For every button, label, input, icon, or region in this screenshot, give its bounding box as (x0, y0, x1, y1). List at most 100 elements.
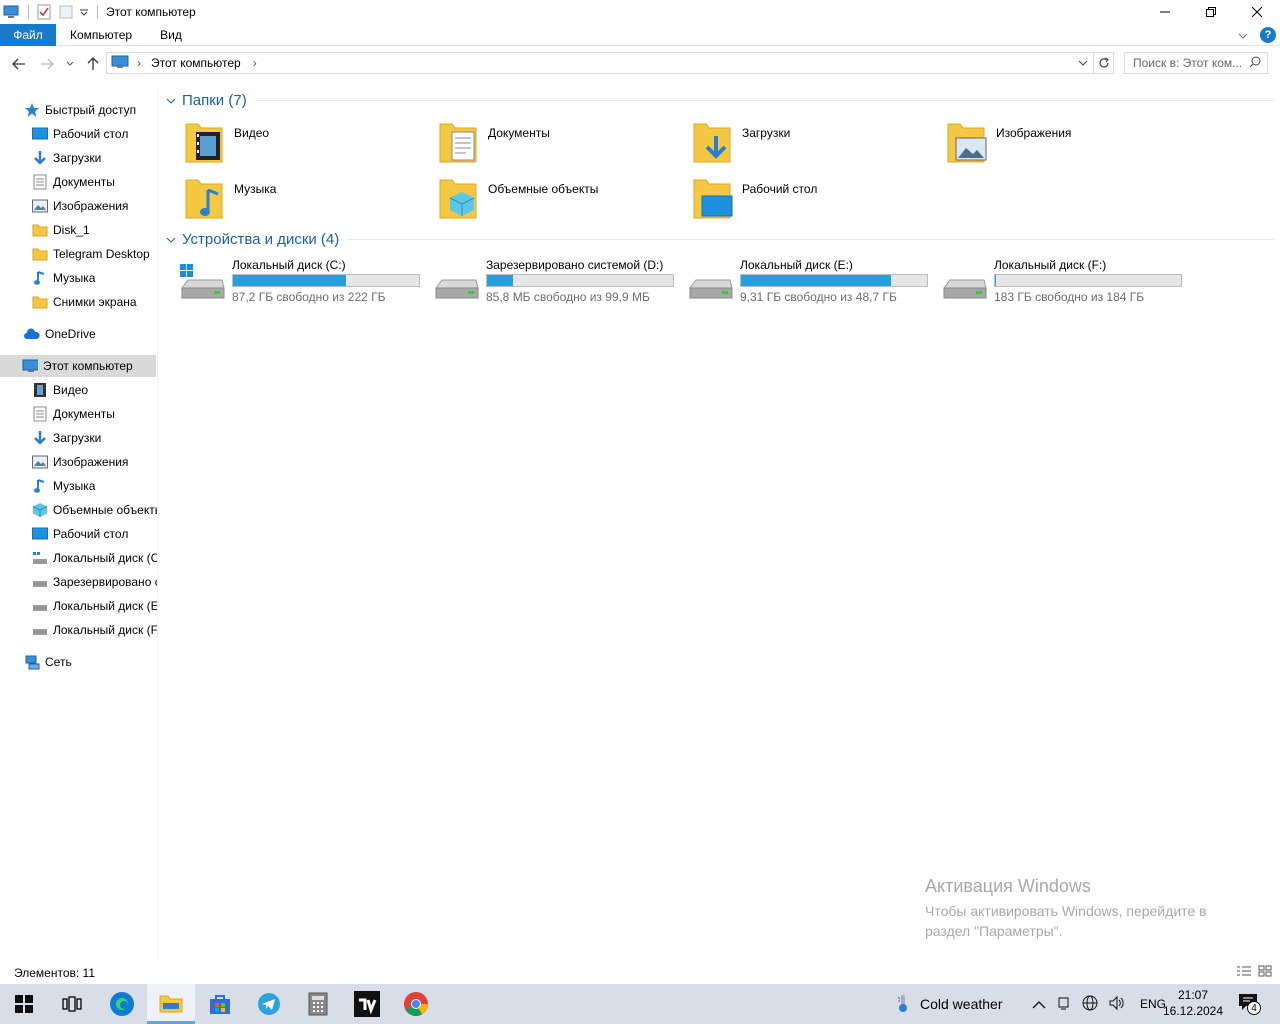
sidebar-item-label: Документы (53, 175, 115, 189)
sidebar-item-drive-e[interactable]: Локальный диск (E:) (32, 595, 157, 617)
folder-desktop[interactable]: Рабочий стол (692, 174, 942, 224)
details-view-icon[interactable] (1236, 965, 1252, 980)
globe-icon[interactable] (1082, 995, 1098, 1014)
edge-icon[interactable] (98, 984, 146, 1024)
folder-downloads[interactable]: Загрузки (692, 118, 942, 168)
properties-icon[interactable] (35, 3, 53, 21)
sidebar-item-telegram-desktop[interactable]: Telegram Desktop (32, 243, 157, 265)
sidebar-item-3d-objects[interactable]: Объемные объекты (32, 499, 157, 521)
sidebar-item-drive-c[interactable]: Локальный диск (C:) (32, 547, 157, 569)
divider (28, 5, 29, 19)
desktop-folder-icon (692, 174, 736, 222)
pictures-folder-icon (946, 118, 990, 166)
sidebar-item-downloads[interactable]: Загрузки 📌 (32, 147, 157, 169)
chrome-icon[interactable] (392, 984, 440, 1024)
sidebar-item-downloads[interactable]: Загрузки (32, 427, 157, 449)
chevron-down-icon[interactable] (166, 95, 176, 107)
drive-icon (32, 550, 48, 566)
sidebar-item-disk1[interactable]: Disk_1 (32, 219, 157, 241)
sidebar-item-pictures[interactable]: Изображения 📌 (32, 195, 157, 217)
drive-label: Локальный диск (F:) (994, 258, 1107, 272)
sidebar-item-videos[interactable]: Видео (32, 379, 157, 401)
sidebar-item-label: Изображения (53, 455, 129, 469)
sidebar-item-desktop[interactable]: Рабочий стол (32, 523, 157, 545)
search-input[interactable]: Поиск в: Этот ком... (1124, 52, 1268, 74)
folder-documents[interactable]: Документы (438, 118, 688, 168)
address-history-button[interactable] (1073, 53, 1093, 73)
expand-ribbon-icon[interactable] (1238, 28, 1248, 42)
watermark-title: Активация Windows (925, 876, 1091, 896)
sidebar-item-drive-d[interactable]: Зарезервировано системой (D:) (32, 571, 157, 593)
documents-folder-icon (438, 118, 482, 166)
folder-music[interactable]: Музыка (184, 174, 434, 224)
breadcrumb-separator-icon[interactable]: › (253, 56, 257, 70)
group-title: Папки (7) (182, 92, 247, 109)
start-button[interactable] (0, 984, 48, 1024)
sidebar-item-desktop[interactable]: Рабочий стол 📌 (32, 123, 157, 145)
document-icon (32, 174, 48, 190)
telegram-icon[interactable] (245, 984, 293, 1024)
minimize-button[interactable] (1142, 0, 1188, 24)
system-tray: ENG (1032, 984, 1166, 1024)
address-bar[interactable]: › Этот компьютер › (106, 52, 1094, 74)
sidebar-item-network[interactable]: Сеть (24, 651, 157, 673)
sidebar-item-label: Telegram Desktop (53, 247, 150, 261)
restore-button[interactable] (1188, 0, 1234, 24)
store-icon[interactable] (196, 984, 244, 1024)
title-bar: Этот компьютер (0, 0, 1280, 24)
calculator-icon[interactable] (294, 984, 342, 1024)
chevron-up-icon[interactable] (1032, 996, 1046, 1012)
refresh-button[interactable] (1094, 52, 1114, 74)
meet-now-icon[interactable] (1056, 995, 1072, 1014)
tab-file[interactable]: Файл (0, 23, 56, 46)
drive-e[interactable]: Локальный диск (E:) 9,31 ГБ свободно из … (686, 256, 936, 306)
sidebar-item-screenshots[interactable]: Снимки экрана (32, 291, 157, 313)
sidebar-item-quick-access[interactable]: Быстрый доступ (24, 99, 157, 121)
drive-icon (686, 262, 734, 302)
folder-3d-objects[interactable]: Объемные объекты (438, 174, 688, 224)
back-button[interactable] (8, 53, 30, 75)
chevron-down-icon[interactable] (166, 234, 176, 246)
folder-label: Рабочий стол (742, 182, 818, 196)
search-icon (1249, 56, 1261, 71)
weather-widget[interactable]: Cold weather (896, 984, 1003, 1024)
windows-drive-icon (178, 262, 226, 302)
tab-computer[interactable]: Компьютер (56, 24, 146, 46)
notification-center-button[interactable]: 4 (1238, 984, 1261, 1024)
forward-button[interactable] (36, 53, 58, 75)
sidebar-item-pictures[interactable]: Изображения (32, 451, 157, 473)
drive-f[interactable]: Локальный диск (F:) 183 ГБ свободно из 1… (940, 256, 1190, 306)
drives-group-header[interactable]: Устройства и диски (4) (166, 231, 1274, 248)
clock[interactable]: 21:07 16.12.2024 (1160, 987, 1226, 1019)
tradingview-icon[interactable] (343, 984, 391, 1024)
recent-locations-button[interactable] (62, 53, 78, 75)
large-icons-view-icon[interactable] (1258, 965, 1272, 980)
file-explorer-icon[interactable] (147, 984, 195, 1024)
up-button[interactable] (82, 53, 104, 75)
volume-icon[interactable] (1108, 995, 1126, 1014)
folder-videos[interactable]: Видео (184, 118, 434, 168)
music-folder-icon (184, 174, 228, 222)
new-folder-icon[interactable] (57, 3, 75, 21)
desktop-icon (32, 126, 48, 142)
breadcrumb[interactable]: Этот компьютер (151, 56, 241, 70)
sidebar-item-documents[interactable]: Документы (32, 403, 157, 425)
sidebar-item-drive-f[interactable]: Локальный диск (F:) (32, 619, 157, 641)
help-icon[interactable]: ? (1260, 27, 1276, 43)
drive-d[interactable]: Зарезервировано системой (D:) 85,8 МБ св… (432, 256, 682, 306)
folder-pictures[interactable]: Изображения (946, 118, 1196, 168)
sidebar-item-documents[interactable]: Документы 📌 (32, 171, 157, 193)
customize-toolbar-icon[interactable] (79, 3, 89, 21)
sidebar-item-onedrive[interactable]: OneDrive (24, 323, 157, 345)
sidebar-item-music[interactable]: Музыка (32, 267, 157, 289)
computer-icon[interactable] (2, 3, 20, 21)
folders-group-header[interactable]: Папки (7) (166, 92, 1274, 109)
close-button[interactable] (1234, 0, 1280, 24)
drive-c[interactable]: Локальный диск (C:) 87,2 ГБ свободно из … (178, 256, 428, 306)
task-view-button[interactable] (48, 984, 96, 1024)
sidebar-item-this-pc[interactable]: Этот компьютер (0, 355, 156, 377)
tab-view[interactable]: Вид (146, 24, 196, 46)
sidebar-item-music[interactable]: Музыка (32, 475, 157, 497)
breadcrumb-separator-icon[interactable]: › (137, 56, 141, 70)
activation-watermark: Активация Windows Чтобы активировать Win… (925, 876, 1245, 941)
